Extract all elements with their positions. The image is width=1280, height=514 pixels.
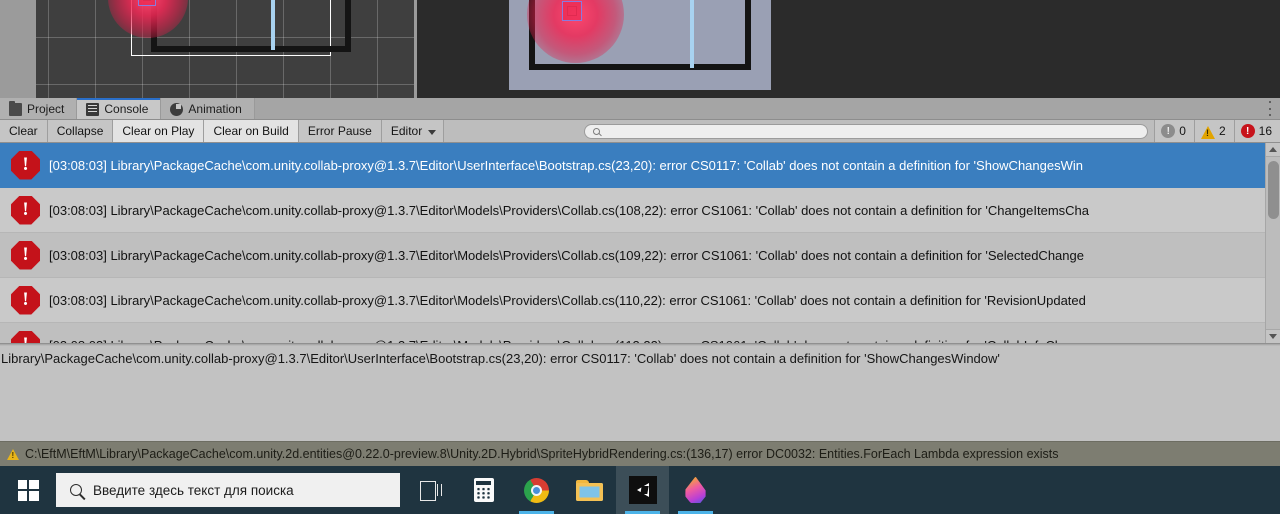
- calculator-icon: [473, 478, 494, 502]
- tab-console-label: Console: [104, 101, 149, 116]
- clear-on-build-label: Clear on Build: [213, 124, 289, 138]
- log-row-text: [03:08:03] Library\PackageCache\com.unit…: [49, 338, 1084, 344]
- taskbar-items: [404, 466, 722, 514]
- game-glow-core: [562, 1, 582, 21]
- taskbar-item-unity[interactable]: [616, 466, 669, 514]
- collapse-button-label: Collapse: [56, 124, 104, 138]
- error-pause-label: Error Pause: [307, 124, 372, 138]
- clear-on-play-label: Clear on Play: [122, 124, 195, 138]
- viewport-left-gutter: [0, 0, 36, 98]
- tab-console[interactable]: Console: [77, 98, 162, 119]
- scene-blue-bar: [271, 0, 275, 50]
- chevron-down-icon: [1269, 334, 1277, 339]
- search-icon: [70, 484, 82, 496]
- game-blue-bar: [690, 0, 694, 68]
- animation-clock-icon: [170, 102, 184, 116]
- windows-logo-icon: [17, 479, 39, 501]
- taskbar-item-paint-3d[interactable]: [669, 466, 722, 514]
- log-row[interactable]: [03:08:03] Library\PackageCache\com.unit…: [0, 278, 1280, 323]
- toolbar-spacer: [444, 120, 1155, 142]
- scroll-up-button[interactable]: [1266, 143, 1280, 157]
- panel-tab-bar: Project Console Animation: [0, 98, 1280, 120]
- search-input[interactable]: [605, 125, 1140, 137]
- chevron-down-icon: [428, 129, 437, 135]
- taskbar-search-box[interactable]: Введите здесь текст для поиска: [56, 473, 400, 507]
- unity-icon: [628, 476, 657, 504]
- unity-editor-screen: Project Console Animation Clear Collapse: [0, 0, 1280, 514]
- warning-counter[interactable]: 2: [1193, 120, 1234, 142]
- droplet-icon: [685, 476, 706, 503]
- info-counter[interactable]: 0: [1154, 120, 1194, 142]
- log-row[interactable]: [03:08:03] Library\PackageCache\com.unit…: [0, 143, 1280, 188]
- error-icon: [11, 150, 40, 180]
- log-list[interactable]: [03:08:03] Library\PackageCache\com.unit…: [0, 143, 1280, 343]
- tab-animation[interactable]: Animation: [161, 98, 255, 119]
- log-row-text: [03:08:03] Library\PackageCache\com.unit…: [49, 202, 1090, 218]
- taskbar-item-file-explorer[interactable]: [563, 466, 616, 514]
- tab-animation-label: Animation: [188, 101, 242, 116]
- chevron-up-icon: [1269, 147, 1277, 152]
- scrollbar-thumb[interactable]: [1268, 161, 1279, 219]
- error-icon: [11, 285, 40, 315]
- scroll-down-button[interactable]: [1266, 329, 1280, 343]
- error-icon: [11, 195, 40, 225]
- error-icon: [11, 240, 40, 270]
- error-pause-button[interactable]: Error Pause: [298, 120, 382, 142]
- windows-taskbar: Введите здесь текст для поиска: [0, 466, 1280, 514]
- log-detail-text: Library\PackageCache\com.unity.collab-pr…: [1, 351, 1000, 366]
- editor-dropdown-label: Editor: [390, 124, 423, 138]
- folder-icon: [576, 479, 603, 501]
- console-panel: Project Console Animation Clear Collapse: [0, 98, 1280, 441]
- start-button[interactable]: [0, 466, 56, 514]
- error-icon: [11, 330, 40, 343]
- chrome-icon: [524, 477, 549, 503]
- clear-on-build-button[interactable]: Clear on Build: [204, 120, 299, 142]
- viewport-area: [0, 0, 1280, 98]
- error-counter[interactable]: 16: [1233, 120, 1280, 142]
- folder-icon: [9, 101, 22, 116]
- task-view-icon: [419, 481, 442, 501]
- log-row-text: [03:08:03] Library\PackageCache\com.unit…: [49, 292, 1086, 308]
- log-row[interactable]: [03:08:03] Library\PackageCache\com.unit…: [0, 188, 1280, 233]
- console-icon: [86, 102, 100, 116]
- taskbar-item-calculator[interactable]: [457, 466, 510, 514]
- tab-project-label: Project: [27, 101, 65, 116]
- log-row[interactable]: [03:08:03] Library\PackageCache\com.unit…: [0, 323, 1280, 343]
- console-toolbar: Clear Collapse Clear on Play Clear on Bu…: [0, 120, 1280, 143]
- info-icon: [1161, 124, 1176, 138]
- editor-dropdown[interactable]: Editor: [381, 120, 445, 142]
- taskbar-item-task-view[interactable]: [404, 466, 457, 514]
- status-bar[interactable]: C:\EftM\EftM\Library\PackageCache\com.un…: [0, 441, 1280, 466]
- log-row[interactable]: [03:08:03] Library\PackageCache\com.unit…: [0, 233, 1280, 278]
- info-count: 0: [1179, 124, 1186, 138]
- log-row-text: [03:08:03] Library\PackageCache\com.unit…: [49, 157, 1083, 173]
- warning-count: 2: [1218, 124, 1226, 138]
- game-view[interactable]: [417, 0, 1280, 98]
- log-list-scrollbar[interactable]: [1265, 143, 1280, 343]
- tab-project[interactable]: Project: [0, 98, 78, 119]
- scene-glow-core: [138, 0, 156, 6]
- log-detail-pane[interactable]: Library\PackageCache\com.unity.collab-pr…: [0, 346, 1280, 438]
- search-icon: [593, 127, 601, 135]
- taskbar-search-placeholder: Введите здесь текст для поиска: [93, 482, 294, 498]
- clear-button[interactable]: Clear: [0, 120, 48, 142]
- search-box[interactable]: [584, 123, 1149, 139]
- status-bar-text: C:\EftM\EftM\Library\PackageCache\com.un…: [25, 447, 1059, 461]
- error-icon: [1240, 124, 1255, 138]
- warning-icon: [1200, 125, 1215, 139]
- warning-icon: [7, 448, 19, 460]
- panel-menu-icon[interactable]: [1268, 101, 1272, 116]
- error-count: 16: [1258, 124, 1272, 138]
- taskbar-item-chrome[interactable]: [510, 466, 563, 514]
- clear-button-label: Clear: [9, 124, 38, 138]
- scene-view[interactable]: [36, 0, 414, 98]
- collapse-button[interactable]: Collapse: [47, 120, 114, 142]
- clear-on-play-button[interactable]: Clear on Play: [113, 120, 205, 142]
- log-row-text: [03:08:03] Library\PackageCache\com.unit…: [49, 247, 1084, 263]
